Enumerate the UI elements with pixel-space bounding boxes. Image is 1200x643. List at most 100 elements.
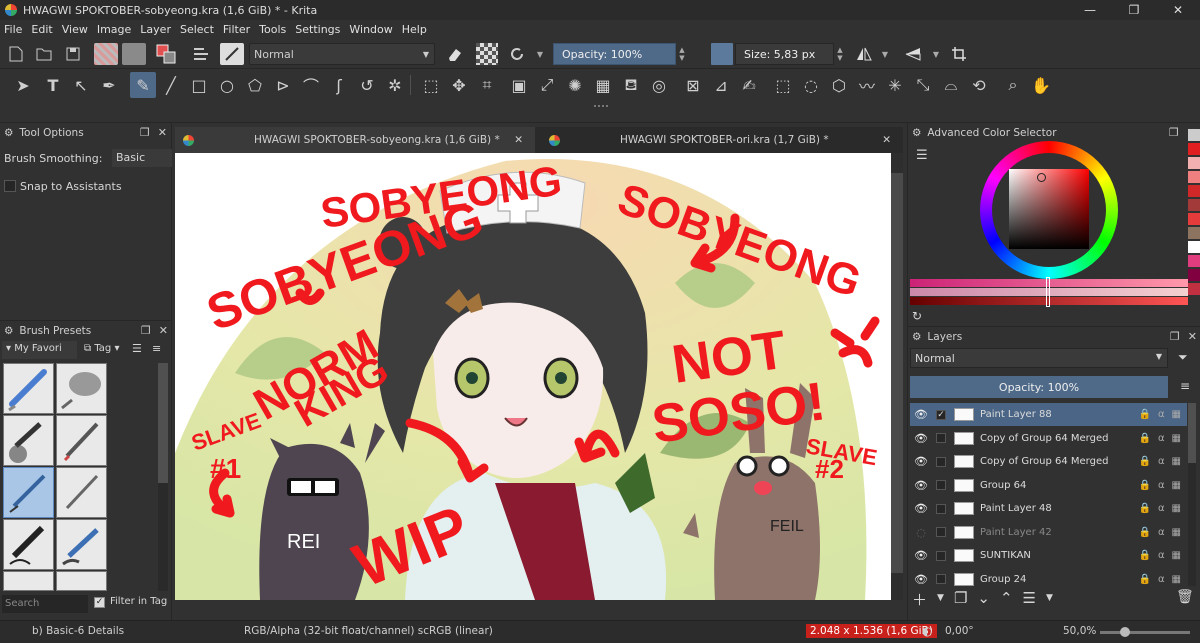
list-view-icon[interactable]: ☰ [132,342,142,355]
color-swatch[interactable] [1188,213,1200,225]
move-layer-up-icon[interactable]: ⌃ [1000,589,1013,610]
inherit-alpha-icon[interactable]: ▦ [1172,456,1181,467]
dynamic-brush-tool-icon[interactable]: ↺ [354,72,380,98]
filter-icon[interactable]: ⏷ [1178,350,1188,365]
layer-row[interactable]: 👁 Paint Layer 48 🔒 α ▦ [910,497,1187,520]
layer-select-checkbox[interactable] [936,456,946,467]
layer-select-checkbox[interactable] [936,550,946,561]
color-swatch[interactable] [1188,227,1200,239]
alpha-lock-icon[interactable]: α [1158,456,1165,467]
eye-icon[interactable]: 👁 [914,408,928,421]
color-swatch[interactable] [1188,185,1200,197]
eye-icon[interactable]: 👁 [914,502,928,515]
brush-preset-icon[interactable] [220,43,244,65]
brush-preset-tile[interactable] [3,571,54,591]
add-layer-icon[interactable]: ＋ [912,589,927,610]
menu-file[interactable]: File [4,23,22,36]
calligraphy-tool-icon[interactable]: ✒ [96,72,122,98]
alpha-lock-icon[interactable]: α [1158,480,1165,491]
color-swatch[interactable] [1188,171,1200,183]
fill-tool-icon[interactable]: ⛾ [618,72,644,98]
lock-icon[interactable]: 🔒 [1139,456,1151,467]
new-document-icon[interactable] [6,43,26,65]
menu-view[interactable]: View [62,23,88,36]
snap-to-assistants-checkbox[interactable] [4,180,16,192]
minimize-button[interactable]: — [1068,0,1112,20]
zoom-tool-icon[interactable]: ⌕ [1000,72,1026,98]
layer-select-checkbox[interactable] [936,480,946,490]
rectangle-tool-icon[interactable]: □ [186,72,212,98]
polygonal-selection-tool-icon[interactable]: ⬡ [826,72,852,98]
inherit-alpha-icon[interactable]: ▦ [1172,409,1181,420]
brush-preset-tile[interactable] [3,363,54,414]
open-document-icon[interactable] [34,43,54,65]
inherit-alpha-icon[interactable]: ▦ [1172,574,1181,585]
close-dock-icon[interactable]: ✕ [159,324,168,337]
color-swatch[interactable] [1188,241,1200,253]
colorize-mask-tool-icon[interactable]: ✺ [562,72,588,98]
brush-preset-tile[interactable] [56,519,107,570]
freehand-selection-tool-icon[interactable]: 〰 [854,72,880,98]
tag-button[interactable]: ⧉ Tag ▾ [84,343,119,354]
lock-icon[interactable]: 🔒 [1139,503,1151,514]
enclose-fill-tool-icon[interactable]: ◎ [646,72,672,98]
canvas-vertical-scrollbar[interactable] [891,153,903,600]
alpha-lock-icon[interactable]: α [1158,574,1165,585]
fill-gradient-icon[interactable] [94,43,118,65]
opacity-spinner[interactable]: ▲ ▼ [676,43,688,65]
brush-preset-tile[interactable] [56,363,107,414]
edit-shapes-tool-icon[interactable]: ↖ [68,72,94,98]
measure-tool-icon[interactable]: ⊿ [708,72,734,98]
layer-row[interactable]: 👁 Copy of Group 64 Merged 🔒 α ▦ [910,450,1187,473]
reset-colors-icon[interactable]: ↻ [912,309,922,323]
alpha-lock-icon[interactable]: α [1158,527,1165,538]
color-swatch[interactable] [1188,255,1200,267]
ellipse-tool-icon[interactable]: ○ [214,72,240,98]
size-slider[interactable]: Size: 5,83 px [735,43,834,65]
menu-help[interactable]: Help [402,23,427,36]
color-picker-cursor[interactable] [1037,173,1046,182]
layer-name[interactable]: Group 24 [980,574,1139,585]
menu-icon[interactable]: ≡ [152,342,161,355]
scrollbar-thumb[interactable] [1188,403,1196,463]
close-tab-icon[interactable]: ✕ [882,134,891,146]
reference-images-tool-icon[interactable]: ✍ [736,72,762,98]
chevron-down-icon[interactable]: ▼ [1046,593,1053,610]
filter-in-tag-checkbox[interactable]: ✓ [94,597,105,608]
inherit-alpha-icon[interactable]: ▦ [1172,480,1181,491]
float-dock-icon[interactable]: ❐ [1170,330,1180,343]
brush-preset-tile[interactable] [56,571,107,591]
alpha-lock-icon[interactable]: α [1158,503,1165,514]
inherit-alpha-icon[interactable]: ▦ [1172,527,1181,538]
eye-icon[interactable]: 👁 [914,549,928,562]
color-swatch[interactable] [1188,143,1200,155]
preset-search-input[interactable]: Search [2,595,88,613]
color-swatch[interactable] [1188,283,1200,295]
chevron-down-icon[interactable]: ▼ [879,43,891,65]
status-colorspace[interactable]: RGB/Alpha (32-bit float/channel) scRGB (… [244,625,493,637]
chevron-down-icon[interactable]: ▼ [937,593,944,610]
lock-icon[interactable]: 🔒 [1139,409,1151,420]
duplicate-layer-icon[interactable]: ❐ [954,589,967,610]
layer-select-checkbox[interactable] [936,433,946,443]
layer-row[interactable]: ◌ Paint Layer 42 🔒 α ▦ [910,521,1187,544]
layer-row[interactable]: 👁 SUNTIKAN 🔒 α ▦ [910,544,1187,567]
eye-hidden-icon[interactable]: ◌ [914,526,928,539]
zoom-slider[interactable] [1100,627,1190,637]
menu-settings[interactable]: Settings [295,23,340,36]
mirror-vertical-icon[interactable] [902,43,924,65]
elliptical-selection-tool-icon[interactable]: ◌ [798,72,824,98]
layer-select-checkbox[interactable]: ✓ [936,409,946,420]
contiguous-selection-tool-icon[interactable]: ✳ [882,72,908,98]
brush-preset-tile-selected[interactable] [3,467,54,518]
chevron-down-icon[interactable]: ▼ [534,43,546,65]
eraser-mode-icon[interactable] [443,43,465,65]
tab-ori[interactable]: HWAGWI SPOKTOBER-ori.kra (1,7 GiB) * ✕ [541,127,903,153]
line-tool-icon[interactable]: ╱ [158,72,184,98]
float-dock-icon[interactable]: ❐ [1169,126,1179,139]
layer-name[interactable]: Paint Layer 42 [980,527,1139,538]
flow-color-swatch[interactable] [711,43,733,65]
color-settings-icon[interactable]: ☰ [916,148,928,163]
smart-patch-tool-icon[interactable]: ▦ [590,72,616,98]
text-tool-icon[interactable]: T [40,72,66,98]
